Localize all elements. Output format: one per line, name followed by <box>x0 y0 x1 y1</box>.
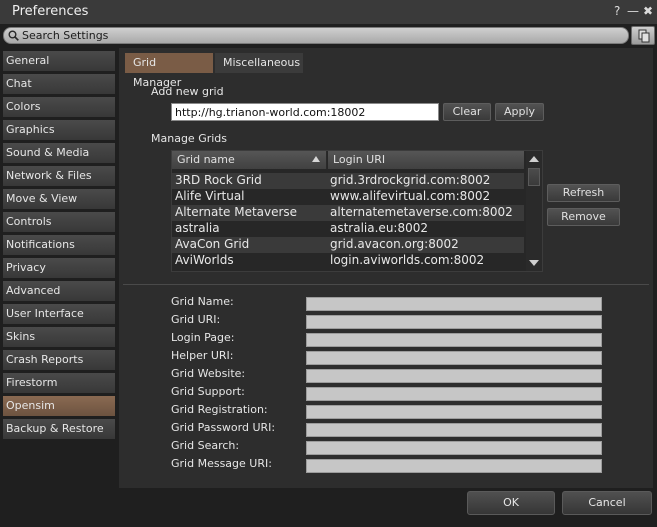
grid-name-cell: AviWorlds <box>175 253 234 267</box>
sidebar-item-colors[interactable]: Colors <box>3 97 115 117</box>
column-header-grid-name[interactable]: Grid name <box>172 151 327 169</box>
grid-uri-label: Grid URI: <box>171 313 221 326</box>
grid-name-label: Grid Name: <box>171 295 234 308</box>
ok-button[interactable]: OK <box>467 491 555 515</box>
copy-button[interactable] <box>631 26 655 45</box>
grid-row[interactable]: AviWorlds login.aviworlds.com:8002 <box>172 253 524 269</box>
grid-support-label: Grid Support: <box>171 385 245 398</box>
sidebar-item-general[interactable]: General <box>3 51 115 71</box>
grid-support-field[interactable] <box>306 387 602 401</box>
grid-row[interactable]: astralia astralia.eu:8002 <box>172 221 524 237</box>
tab-grid-manager[interactable]: Grid Manager <box>125 53 213 89</box>
close-button[interactable]: ✖ <box>643 4 653 18</box>
sidebar-item-user-interface[interactable]: User Interface <box>3 304 115 324</box>
grid-uri-cell: login.aviworlds.com:8002 <box>330 253 485 267</box>
search-icon <box>8 30 19 41</box>
sidebar-item-opensim[interactable]: Opensim <box>3 396 115 416</box>
sidebar-item-controls[interactable]: Controls <box>3 212 115 232</box>
scroll-up-icon[interactable] <box>529 156 539 162</box>
sidebar-item-crash-reports[interactable]: Crash Reports <box>3 350 115 370</box>
helper-uri-label: Helper URI: <box>171 349 234 362</box>
grid-row[interactable]: Alife Virtual www.alifevirtual.com:8002 <box>172 189 524 205</box>
window-title: Preferences <box>12 4 89 19</box>
grid-name-cell: Alife Virtual <box>175 189 245 203</box>
title-bar: Preferences ? — ✖ <box>0 0 657 24</box>
sidebar-item-notifications[interactable]: Notifications <box>3 235 115 255</box>
grid-uri-cell: grid.3rdrockgrid.com:8002 <box>330 173 491 187</box>
tab-miscellaneous[interactable]: Miscellaneous <box>215 53 303 73</box>
clear-button[interactable]: Clear <box>443 103 491 121</box>
grid-message-uri-label: Grid Message URI: <box>171 457 272 470</box>
grid-name-cell: astralia <box>175 221 220 235</box>
column-header-label: Login URI <box>333 153 386 166</box>
grid-password-uri-field[interactable] <box>306 423 602 437</box>
sidebar-item-sound-media[interactable]: Sound & Media <box>3 143 115 163</box>
grid-row[interactable]: 3RD Rock Grid grid.3rdrockgrid.com:8002 <box>172 173 524 189</box>
grid-search-field[interactable] <box>306 441 602 455</box>
search-bar <box>3 27 629 44</box>
section-divider <box>123 284 649 285</box>
grid-uri-cell: grid.avacon.org:8002 <box>330 237 459 251</box>
sidebar-item-graphics[interactable]: Graphics <box>3 120 115 140</box>
grid-website-field[interactable] <box>306 369 602 383</box>
grid-password-uri-label: Grid Password URI: <box>171 421 276 434</box>
grid-registration-label: Grid Registration: <box>171 403 268 416</box>
grid-uri-cell: alternatemetaverse.com:8002 <box>330 205 513 219</box>
apply-button[interactable]: Apply <box>495 103 544 121</box>
opensim-panel: Grid Manager Miscellaneous Add new grid … <box>119 48 653 488</box>
search-input[interactable] <box>22 28 612 43</box>
grid-search-label: Grid Search: <box>171 439 240 452</box>
add-grid-input[interactable] <box>171 103 439 121</box>
sidebar-item-move-view[interactable]: Move & View <box>3 189 115 209</box>
login-page-field[interactable] <box>306 333 602 347</box>
grid-registration-field[interactable] <box>306 405 602 419</box>
copy-icon <box>638 29 650 43</box>
grid-uri-field[interactable] <box>306 315 602 329</box>
grid-uri-cell: astralia.eu:8002 <box>330 221 429 235</box>
sidebar-item-chat[interactable]: Chat <box>3 74 115 94</box>
category-sidebar: General Chat Colors Graphics Sound & Med… <box>3 51 115 442</box>
login-page-label: Login Page: <box>171 331 235 344</box>
refresh-button[interactable]: Refresh <box>547 184 620 202</box>
grid-name-cell: 3RD Rock Grid <box>175 173 262 187</box>
add-grid-label: Add new grid <box>151 85 224 98</box>
manage-grids-label: Manage Grids <box>151 132 228 145</box>
grid-website-label: Grid Website: <box>171 367 246 380</box>
column-header-login-uri[interactable]: Login URI <box>328 151 524 169</box>
sort-ascending-icon <box>312 156 320 162</box>
sidebar-item-network-files[interactable]: Network & Files <box>3 166 115 186</box>
grid-list: Grid name Login URI 3RD Rock Grid grid.3… <box>171 150 543 272</box>
scroll-down-icon[interactable] <box>529 260 539 266</box>
sidebar-item-skins[interactable]: Skins <box>3 327 115 347</box>
grid-message-uri-field[interactable] <box>306 459 602 473</box>
grid-name-cell: Alternate Metaverse <box>175 205 298 219</box>
cancel-button[interactable]: Cancel <box>562 491 652 515</box>
grid-row[interactable]: AvaCon Grid grid.avacon.org:8002 <box>172 237 524 253</box>
help-button[interactable]: ? <box>614 4 620 18</box>
scroll-thumb[interactable] <box>528 168 540 186</box>
column-header-label: Grid name <box>177 153 235 166</box>
helper-uri-field[interactable] <box>306 351 602 365</box>
sidebar-item-advanced[interactable]: Advanced <box>3 281 115 301</box>
grid-name-cell: AvaCon Grid <box>175 237 250 251</box>
grid-row[interactable]: Alternate Metaverse alternatemetaverse.c… <box>172 205 524 221</box>
minimize-button[interactable]: — <box>627 4 639 18</box>
sidebar-item-backup-restore[interactable]: Backup & Restore <box>3 419 115 439</box>
sidebar-item-privacy[interactable]: Privacy <box>3 258 115 278</box>
grid-uri-cell: www.alifevirtual.com:8002 <box>330 189 491 203</box>
grid-list-scrollbar[interactable] <box>526 151 542 271</box>
remove-button[interactable]: Remove <box>547 208 620 226</box>
sidebar-item-firestorm[interactable]: Firestorm <box>3 373 115 393</box>
grid-name-field[interactable] <box>306 297 602 311</box>
